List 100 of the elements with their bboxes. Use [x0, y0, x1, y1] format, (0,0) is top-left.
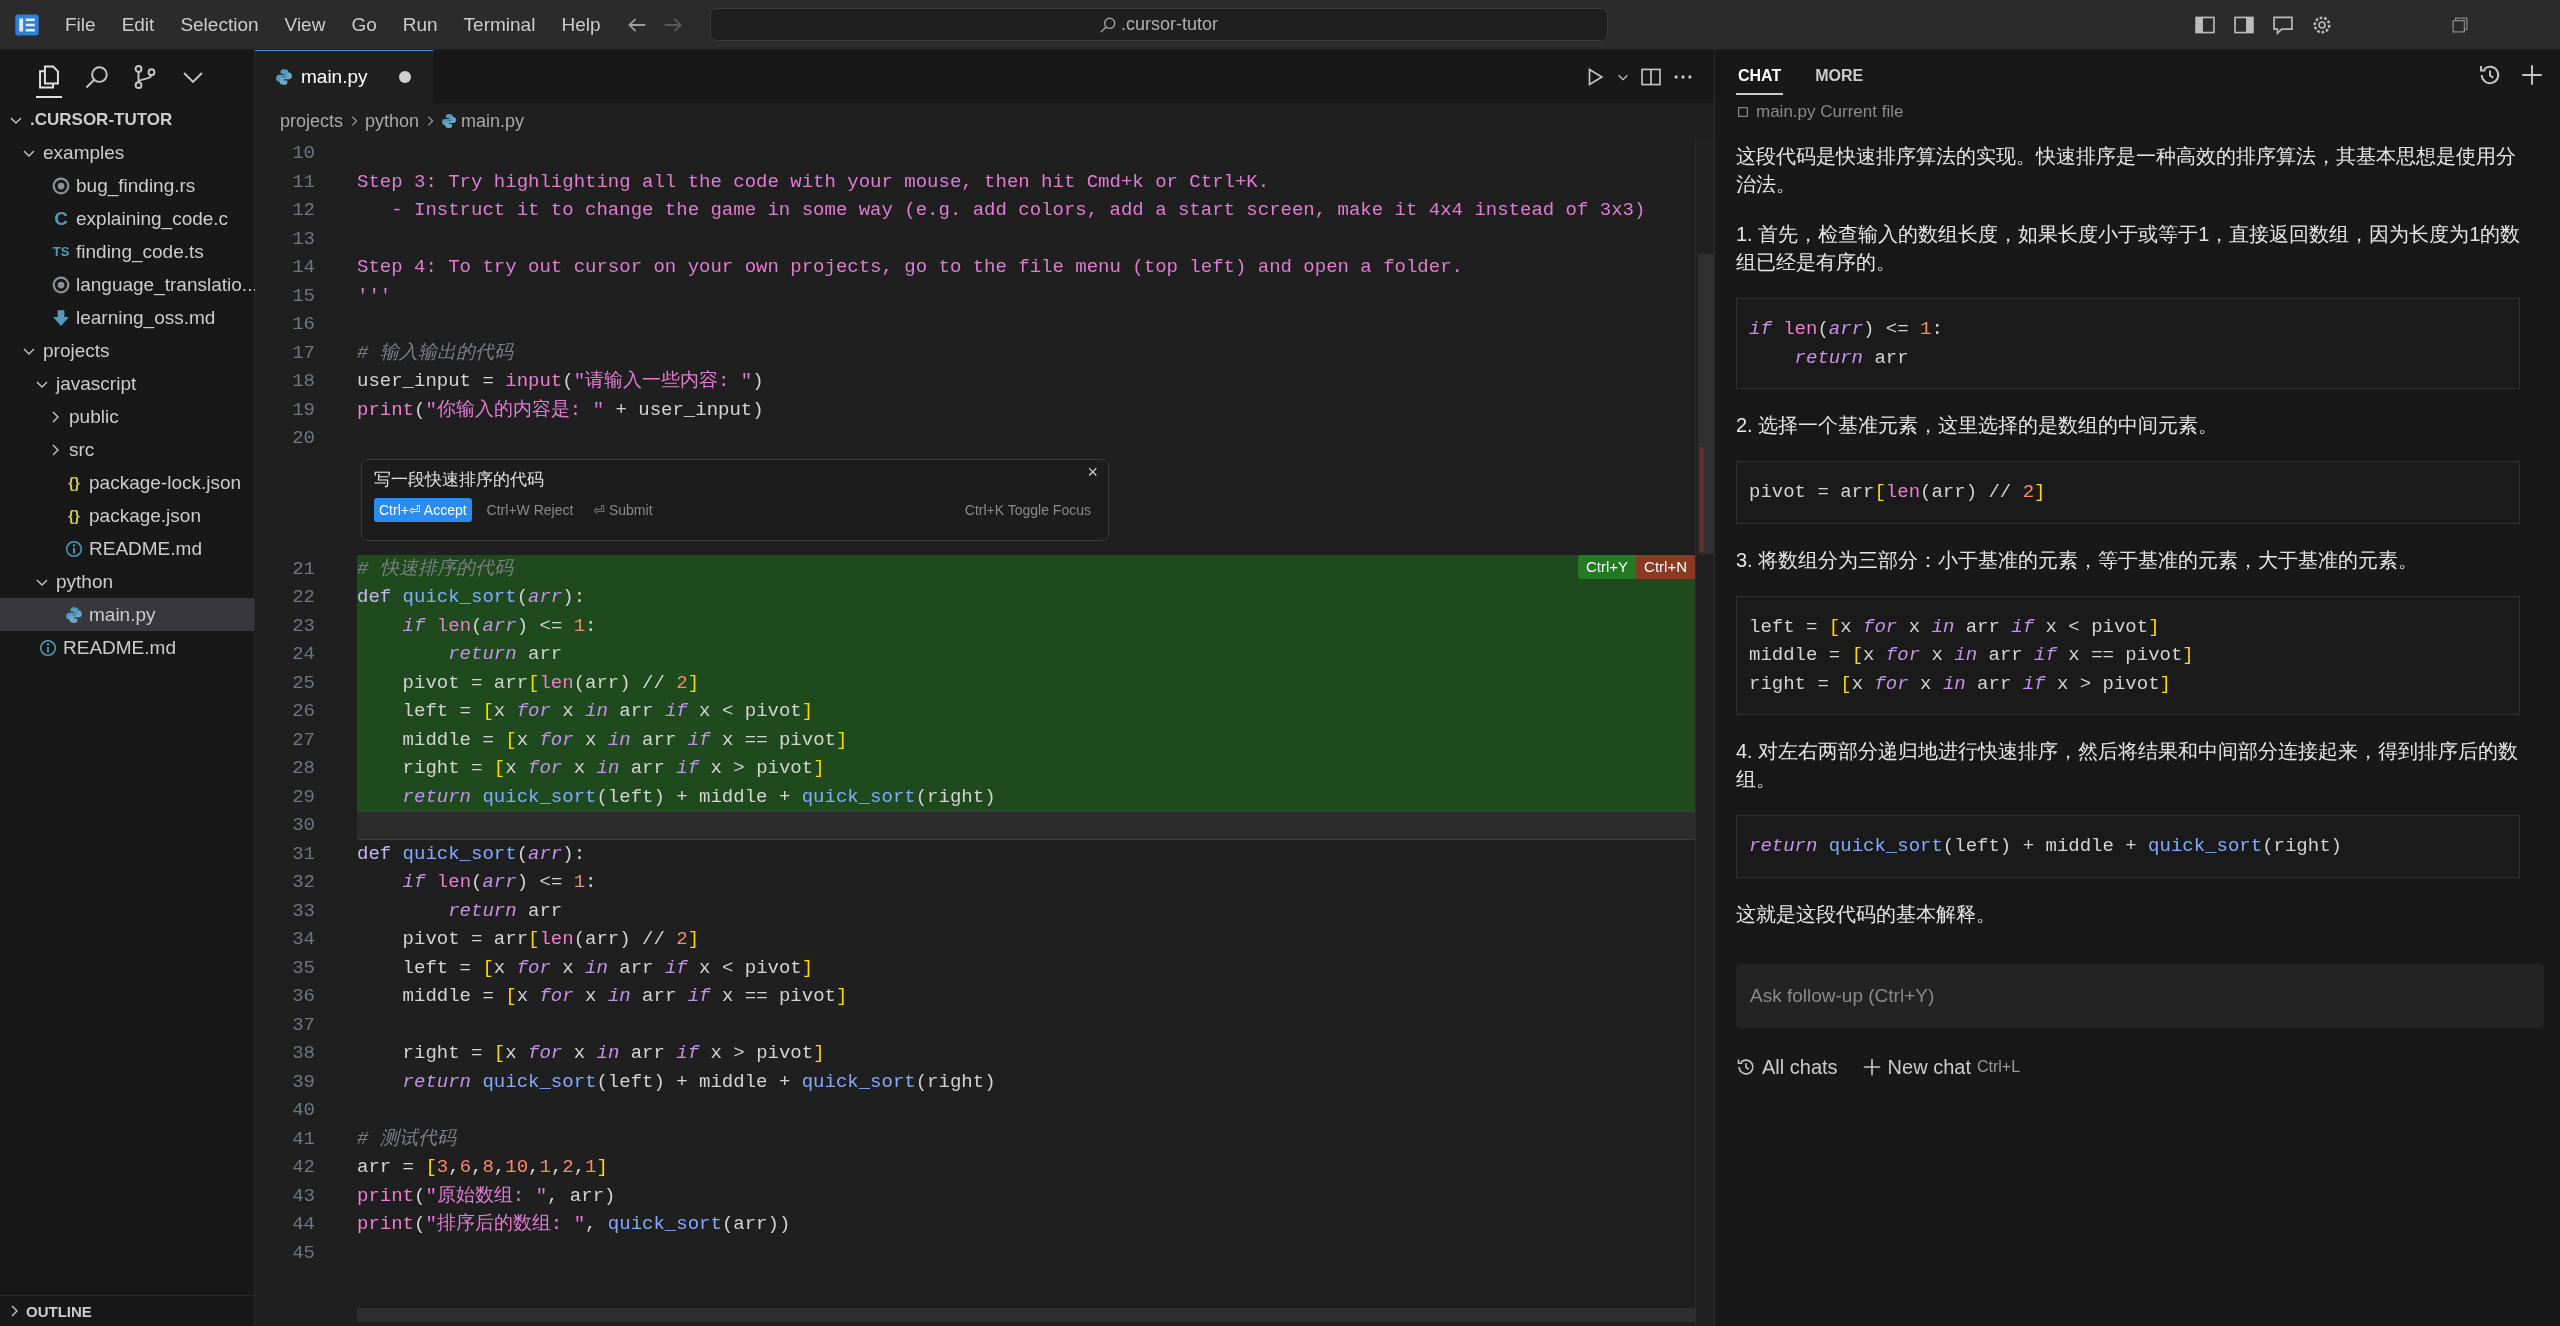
breadcrumb-item[interactable]: main.py	[461, 110, 525, 132]
menu-item[interactable]: View	[273, 9, 337, 40]
folder-tree-item[interactable]: javascript	[0, 367, 254, 400]
editor-tab[interactable]: main.py	[255, 50, 433, 103]
all-chats-button[interactable]: All chats	[1736, 1055, 1838, 1079]
vertical-scrollbar[interactable]	[1695, 139, 1714, 1326]
code-line: right = [x for x in arr if x > pivot]	[401, 756, 825, 781]
line-number: 38	[291, 1041, 315, 1066]
chat-panel-tab[interactable]: MORE	[1813, 55, 1866, 95]
files-icon[interactable]	[36, 63, 62, 98]
line-number: 25	[291, 670, 315, 696]
line-number: 29	[291, 784, 315, 810]
code-line: # 测试代码	[357, 1126, 456, 1152]
reject-diff-button[interactable]: Ctrl+N	[1636, 554, 1695, 579]
file-tree-item[interactable]: {} package-lock.json	[0, 466, 254, 499]
folder-tree-item[interactable]: examples	[0, 136, 254, 169]
code-line: # 输入输出的代码	[356, 340, 513, 366]
code-line: Step 4: To try out cursor on your own projects, go to the file menu (top left) and open a folder.	[356, 255, 1463, 280]
breadcrumb-item[interactable]: projects	[280, 110, 344, 132]
file-tree-item[interactable]: learning_oss.md	[0, 301, 254, 334]
file-tree-item[interactable]: bug_finding.rs	[0, 169, 254, 202]
folder-tree-item[interactable]: python	[0, 565, 254, 598]
submit-button[interactable]: ⏎ Submit	[588, 497, 658, 522]
close-button[interactable]: ×	[1083, 461, 1102, 483]
new-chat-button[interactable]: New chat Ctrl+L	[1861, 1055, 2021, 1079]
code-line: # 快速排序的代码	[357, 556, 513, 582]
code-line: arr = [3,6,8,10,1,2,1]	[357, 1155, 608, 1180]
line-number: 16	[291, 312, 315, 337]
code-block: if len(arr) <= 1: return arr	[1736, 298, 2520, 389]
code-block: left = [x for x in arr if x < pivot] middle = [x for x in arr if x == pivot] right = [x for x in arr if x > pivot]	[1736, 595, 2520, 715]
braces-icon: {}	[65, 474, 83, 491]
file-tree-item[interactable]: README.md	[0, 631, 254, 664]
line-number: 34	[291, 927, 315, 952]
code-line: pivot = arr[len(arr) // 2]	[401, 670, 700, 696]
chat-panel-tab[interactable]: CHAT	[1736, 55, 1784, 95]
line-number: 26	[291, 699, 315, 724]
folder-tree-item[interactable]: projects	[0, 334, 254, 367]
search-icon[interactable]	[84, 63, 110, 90]
line-number: 31	[291, 841, 315, 867]
code-line: user_input = input("请输入一些内容: ")	[356, 369, 764, 394]
search-field[interactable]: .cursor-tutor	[709, 8, 1608, 41]
code-line: return quick_sort(left) + middle + quick_sort(right)	[401, 1069, 996, 1095]
python-icon	[275, 68, 293, 86]
line-number: 41	[291, 1126, 315, 1152]
outline-section-header[interactable]: OUTLINE	[0, 1295, 254, 1326]
menu-item[interactable]: Run	[391, 9, 449, 40]
gear-circle-icon	[52, 275, 70, 294]
ts-file-icon: TS	[52, 244, 70, 259]
info-icon	[39, 638, 57, 657]
folder-tree-item[interactable]: .CURSOR-TUTOR	[0, 103, 254, 136]
menu-item[interactable]: Selection	[169, 9, 270, 40]
breadcrumb-item[interactable]: python	[365, 110, 420, 132]
line-number: 27	[291, 727, 315, 753]
answer-paragraph: 2. 选择一个基准元素，这里选择的是数组的中间元素。	[1736, 413, 2220, 438]
file-tree-item[interactable]: C explaining_code.c	[0, 202, 254, 235]
code-line: middle = [x for x in arr if x == pivot]	[401, 984, 848, 1009]
line-number: 13	[291, 226, 315, 252]
braces-icon: {}	[65, 507, 83, 524]
prompt-input-field[interactable]: 写一段快速排序的代码	[374, 467, 1062, 492]
code-line: left = [x for x in arr if x < pivot]	[401, 955, 814, 981]
line-number: 17	[291, 340, 315, 366]
line-number: 45	[291, 1240, 315, 1266]
code-line: - Instruct it to change the game in some way (e.g. add colors, add a start screen, make it 4x4 instead of 3x3)	[390, 198, 1646, 223]
code-line: if len(arr) <= 1:	[401, 870, 597, 895]
line-number: 35	[291, 955, 315, 981]
line-number: 30	[291, 813, 315, 838]
answer-paragraph: 3. 将数组分为三部分：小于基准的元素，等于基准的元素，大于基准的元素。	[1736, 547, 2420, 573]
line-number: 12	[291, 198, 315, 223]
file-tree-item[interactable]: language_translatio...	[0, 268, 254, 301]
gear-circle-icon	[52, 176, 70, 195]
answer-paragraph: 这就是这段代码的基本解释。	[1736, 901, 1997, 927]
restore-window-icon[interactable]	[2450, 14, 2470, 35]
line-number: 39	[291, 1069, 315, 1095]
folder-tree-item[interactable]: src	[0, 433, 254, 466]
file-tree-item[interactable]: main.py	[0, 598, 254, 631]
answer-paragraph: 这段代码是快速排序算法的实现。快速排序是一种高效的排序算法，其基本思想是使用分治法。	[1736, 144, 2517, 197]
folder-tree-item[interactable]: public	[0, 400, 254, 433]
answer-paragraph: 1. 首先，检查输入的数组长度，如果长度小于或等于1，直接返回数组，因为长度为1的数组已经是有序的。	[1736, 222, 2522, 275]
history-icon[interactable]	[2478, 63, 2502, 87]
toggle-focus-button[interactable]: Ctrl+K Toggle Focus	[959, 497, 1096, 522]
code-line: right = [x for x in arr if x > pivot]	[401, 1041, 825, 1066]
python-icon	[441, 113, 458, 129]
line-number: 28	[291, 756, 315, 781]
accept-diff-button[interactable]: Ctrl+Y	[1578, 554, 1637, 579]
menu-item[interactable]: Help	[550, 9, 612, 40]
menu-item[interactable]: Terminal	[452, 9, 547, 40]
file-tree-item[interactable]: README.md	[0, 532, 254, 565]
menu-item[interactable]: Go	[340, 9, 388, 40]
source-control-icon[interactable]	[132, 63, 158, 90]
plus-icon[interactable]	[2520, 63, 2544, 87]
code-line: if len(arr) <= 1:	[401, 613, 597, 639]
code-line: print("原始数组: ", arr)	[357, 1183, 616, 1209]
follow-up-input-field[interactable]: Ask follow-up (Ctrl+Y)	[1736, 963, 2544, 1028]
menu-item[interactable]: Edit	[110, 9, 166, 40]
menu-item[interactable]: File	[54, 9, 107, 40]
file-tree-item[interactable]: {} package.json	[0, 499, 254, 532]
line-number: 18	[291, 369, 315, 394]
line-number: 36	[291, 984, 315, 1009]
file-tree-item[interactable]: TS finding_code.ts	[0, 235, 254, 268]
reject-button[interactable]: Ctrl+W Reject	[481, 497, 579, 522]
